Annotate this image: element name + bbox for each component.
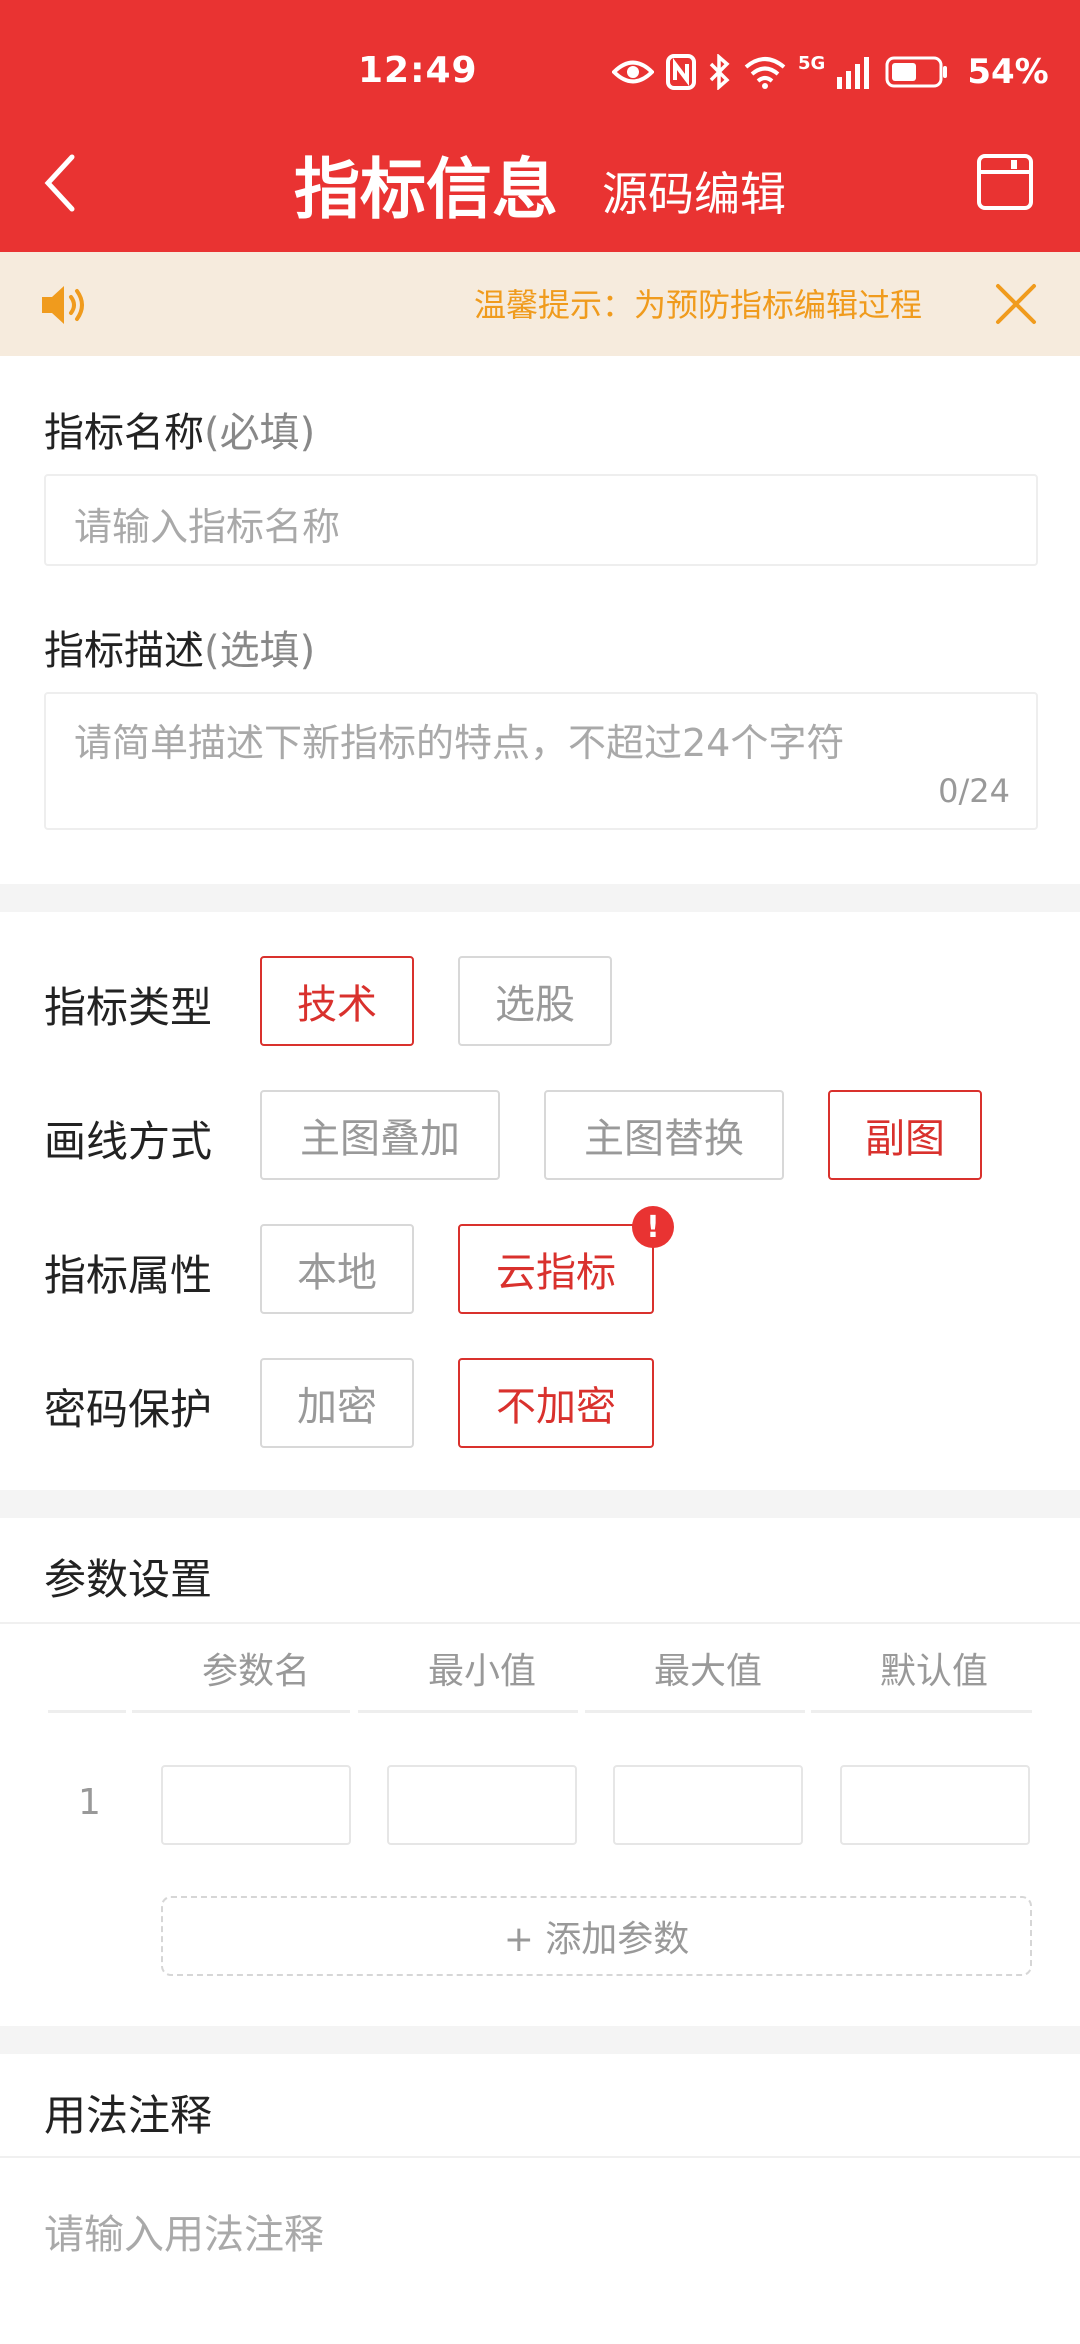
- battery-icon: [885, 56, 948, 88]
- source-edit-tab[interactable]: 源码编辑: [602, 158, 786, 224]
- status-bar: 12:49 5G 54%: [0, 0, 1080, 140]
- page-title: 指标信息: [294, 151, 558, 228]
- close-icon: [996, 284, 1036, 324]
- password-option-encrypt[interactable]: 加密: [260, 1358, 414, 1448]
- save-button[interactable]: [975, 152, 1039, 216]
- name-label-text: 指标名称: [44, 410, 204, 456]
- desc-char-counter: 0/24: [938, 772, 1010, 810]
- param-default-input[interactable]: [840, 1765, 1030, 1845]
- params-title-divider: [0, 1622, 1080, 1624]
- param-row-index: 1: [78, 1782, 101, 1823]
- attr-option-local[interactable]: 本地: [260, 1224, 414, 1314]
- back-button[interactable]: [30, 148, 90, 218]
- column-underline: [358, 1710, 578, 1713]
- param-min-input[interactable]: [387, 1765, 577, 1845]
- status-time: 12:49: [358, 50, 478, 91]
- draw-option-main-overlay[interactable]: 主图叠加: [260, 1090, 500, 1180]
- draw-option-main-replace[interactable]: 主图替换: [544, 1090, 784, 1180]
- attribute-label: 指标属性: [44, 1251, 213, 1300]
- name-label: 指标名称(必填): [44, 400, 315, 458]
- name-input-placeholder: 请输入指标名称: [74, 505, 341, 549]
- section-divider: [0, 2026, 1080, 2054]
- params-title: 参数设置: [44, 1555, 213, 1604]
- desc-label-text: 指标描述: [44, 628, 204, 674]
- cloud-alert-badge[interactable]: !: [632, 1206, 674, 1248]
- section-divider: [0, 884, 1080, 912]
- notice-text: 温馨提示：为预防指标编辑过程: [474, 286, 923, 324]
- notice-bar: 温馨提示：为预防指标编辑过程: [0, 252, 1080, 356]
- draw-option-sub-chart[interactable]: 副图: [828, 1090, 982, 1180]
- column-underline: [585, 1710, 805, 1713]
- speaker-icon: [38, 280, 90, 330]
- section-divider: [0, 1490, 1080, 1518]
- column-header-max: 最大值: [653, 1651, 762, 1692]
- battery-percent: 54%: [967, 52, 1049, 92]
- name-input[interactable]: 请输入指标名称: [44, 474, 1038, 566]
- usage-title-divider: [0, 2156, 1080, 2158]
- desc-textarea[interactable]: 请简单描述下新指标的特点，不超过24个字符 0/24: [44, 692, 1038, 830]
- wifi-icon: [744, 57, 786, 89]
- desc-label: 指标描述(选填): [44, 618, 315, 676]
- save-icon: [977, 154, 1033, 210]
- usage-title: 用法注释: [44, 2091, 213, 2140]
- network-type: 5G: [798, 52, 826, 74]
- bluetooth-icon: [709, 54, 730, 90]
- column-underline: [132, 1710, 350, 1713]
- password-label: 密码保护: [44, 1385, 213, 1434]
- name-required-hint: (必填): [204, 410, 316, 456]
- signal-icon: [837, 57, 870, 89]
- password-option-no-encrypt[interactable]: 不加密: [458, 1358, 654, 1448]
- usage-input[interactable]: 请输入用法注释: [44, 2202, 324, 2260]
- status-icons: 5G 54%: [612, 52, 1049, 92]
- column-header-name: 参数名: [201, 1651, 310, 1692]
- indicator-type-label: 指标类型: [44, 983, 213, 1032]
- add-param-button[interactable]: + 添加参数: [161, 1896, 1032, 1976]
- column-underline: [811, 1710, 1032, 1713]
- param-max-input[interactable]: [613, 1765, 803, 1845]
- param-name-input[interactable]: [161, 1765, 351, 1845]
- column-header-min: 最小值: [427, 1651, 536, 1692]
- type-option-tech[interactable]: 技术: [260, 956, 414, 1046]
- draw-mode-label: 画线方式: [44, 1117, 213, 1166]
- eye-icon: [612, 60, 654, 84]
- index-column-underline: [48, 1710, 126, 1713]
- column-header-default: 默认值: [879, 1651, 988, 1692]
- attr-option-cloud[interactable]: 云指标: [458, 1224, 654, 1314]
- desc-optional-hint: (选填): [204, 628, 316, 674]
- desc-textarea-placeholder: 请简单描述下新指标的特点，不超过24个字符: [74, 721, 845, 765]
- type-option-stock-pick[interactable]: 选股: [458, 956, 612, 1046]
- app-header: 12:49 5G 54% 指标信息 源码编辑: [0, 0, 1080, 252]
- chevron-left-icon: [44, 154, 75, 212]
- nfc-icon: [666, 54, 696, 90]
- notice-close-button[interactable]: [990, 278, 1042, 330]
